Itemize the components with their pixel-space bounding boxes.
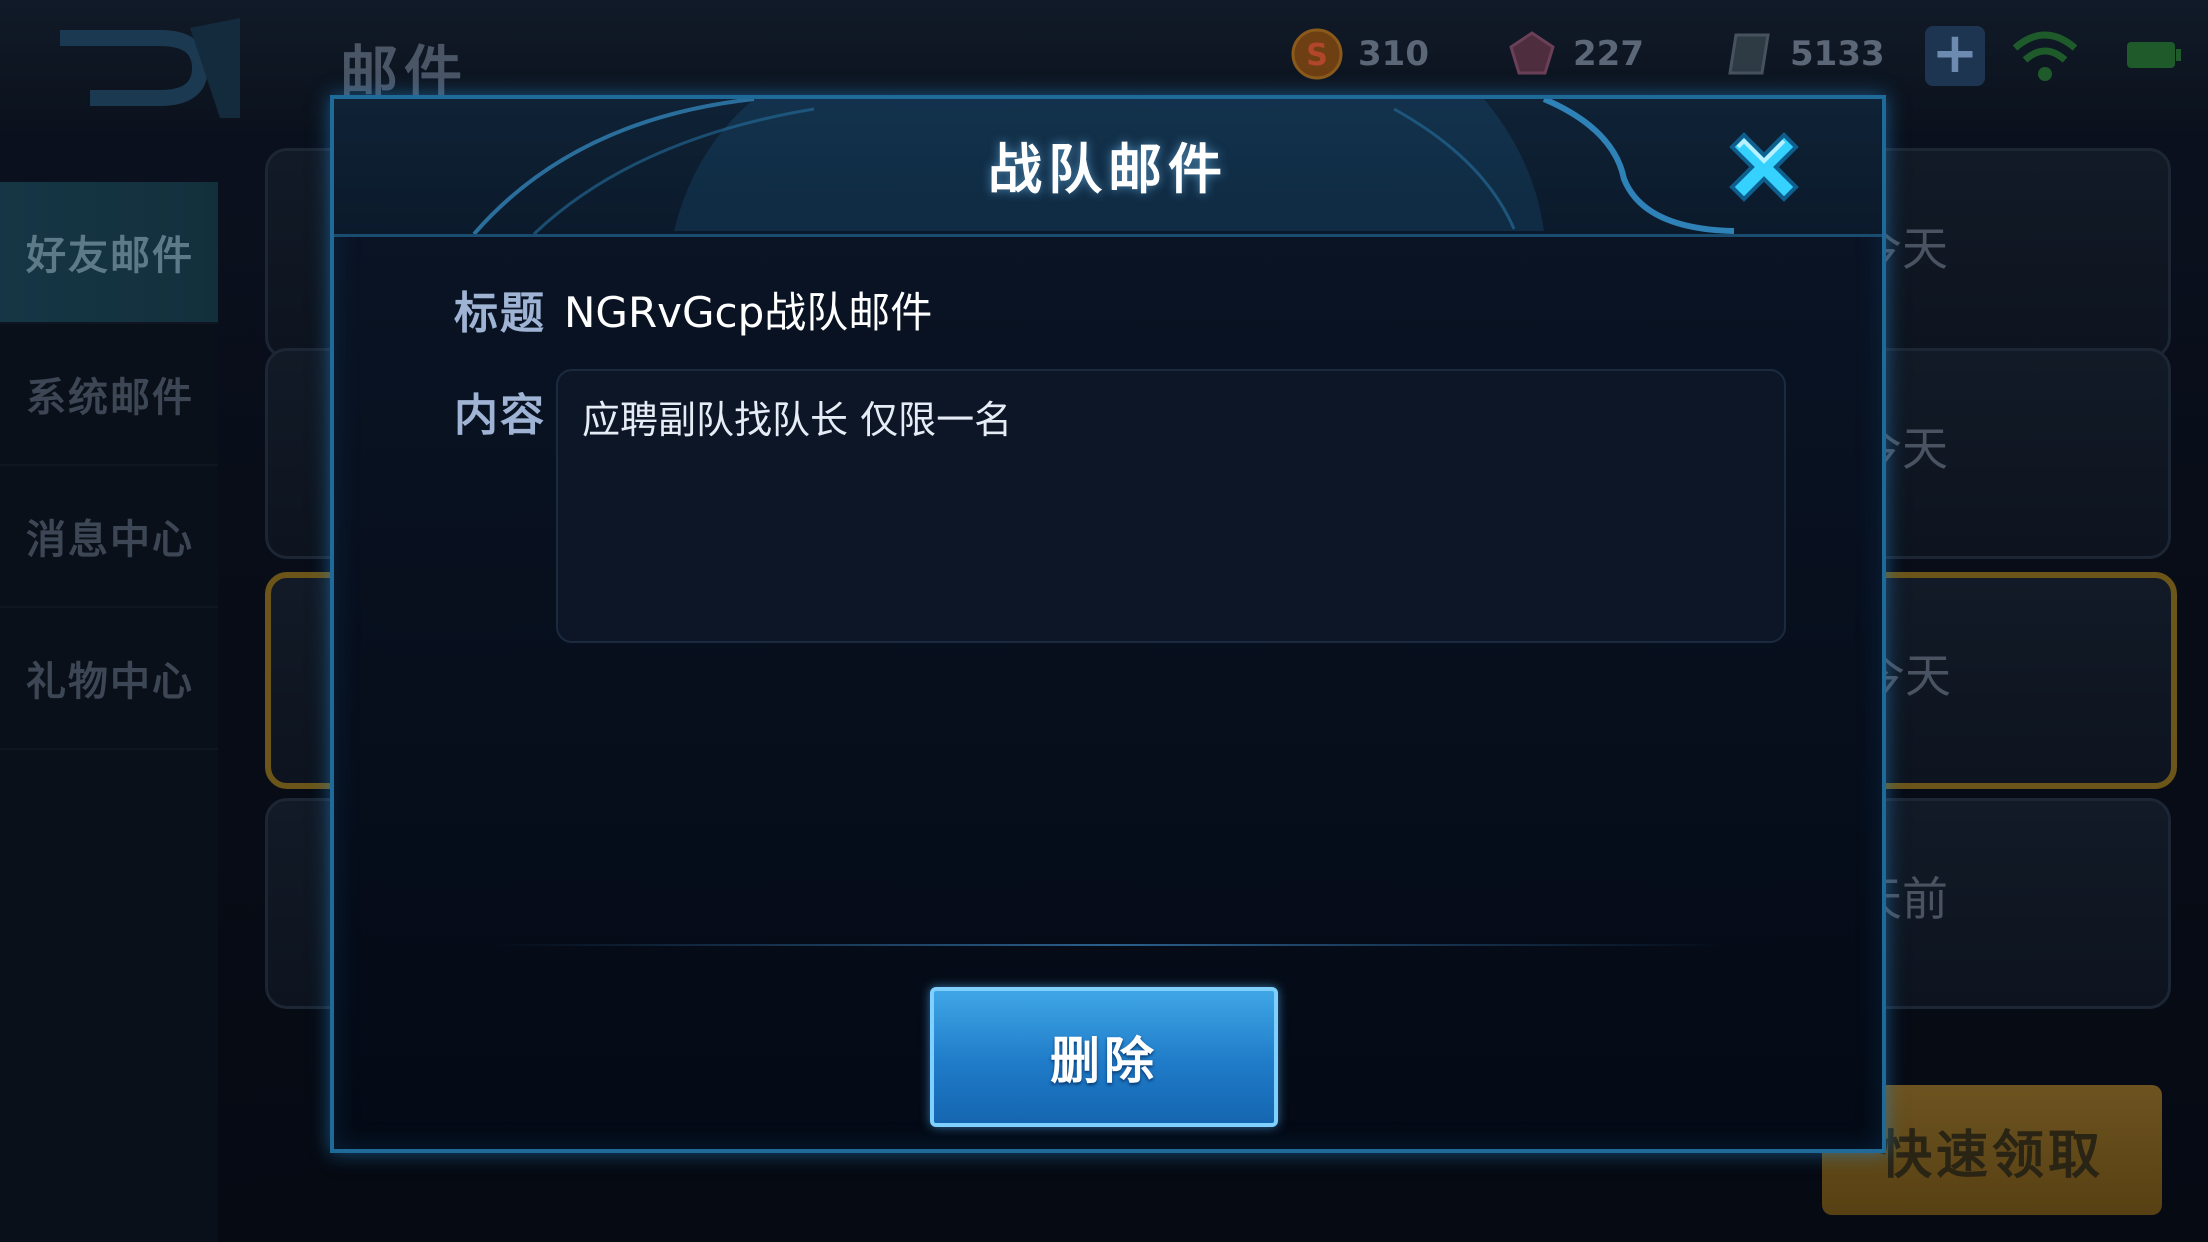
ticket-icon (1728, 33, 1770, 75)
close-icon[interactable] (1714, 117, 1814, 217)
sidebar-item-gift-center[interactable]: 礼物中心 (0, 608, 218, 750)
gem-icon (1509, 31, 1555, 75)
subject-label: 标题 (454, 288, 546, 339)
battery-icon (2127, 42, 2181, 68)
dialog-header: 战队邮件 (334, 99, 1882, 237)
gem-value: 227 (1573, 34, 1644, 74)
ticket-value: 5133 (1790, 34, 1885, 74)
sidebar-item-message-center[interactable]: 消息中心 (0, 466, 218, 608)
svg-text:S: S (1306, 38, 1328, 73)
gold-coin-icon: S (1291, 28, 1343, 80)
gem-counter: 227 (1505, 28, 1644, 80)
divider (494, 944, 1724, 946)
mail-screen: 邮件 S 310 227 5133 + 好友邮件 系统邮件 消息中心 礼物中心 … (0, 0, 2208, 1242)
dialog-title: 战队邮件 (988, 138, 1228, 201)
delete-button[interactable]: 删除 (930, 987, 1278, 1127)
plus-icon[interactable]: + (1925, 26, 1985, 86)
wifi-icon (2012, 31, 2078, 81)
back-icon[interactable] (40, 18, 240, 118)
content-box: 应聘副队找队长 仅限一名 (556, 369, 1786, 643)
sidebar-item-system-mail[interactable]: 系统邮件 (0, 324, 218, 466)
content-text: 应聘副队找队长 仅限一名 (582, 398, 1013, 442)
ticket-counter: 5133 (1722, 28, 1885, 80)
sidebar-item-friend-mail[interactable]: 好友邮件 (0, 182, 218, 324)
gold-value: 310 (1358, 34, 1429, 74)
subject-value: NGRvGcp战队邮件 (564, 288, 933, 337)
content-label: 内容 (454, 390, 546, 441)
sidebar: 好友邮件 系统邮件 消息中心 礼物中心 (0, 182, 218, 1242)
gold-counter: S 310 (1290, 28, 1429, 80)
team-mail-dialog: 战队邮件 标题 NGRvGcp战队邮件 内容 应聘副队找队长 仅限一名 删除 (330, 95, 1886, 1153)
